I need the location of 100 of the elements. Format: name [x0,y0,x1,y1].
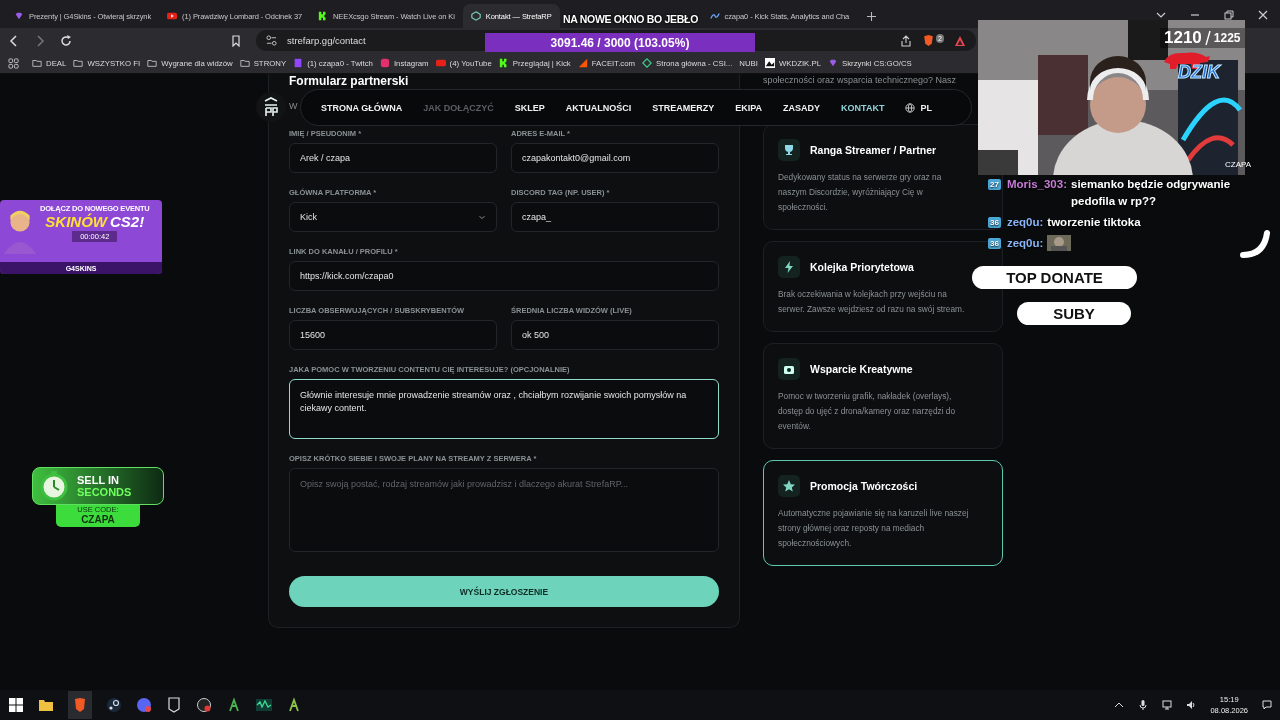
select-field[interactable]: Kick [289,202,497,232]
back-icon[interactable] [8,34,20,47]
square-icon [293,58,304,68]
folder-icon [147,58,158,68]
rounded-square-icon [379,58,390,68]
logo-text: DZIK [1178,62,1220,83]
chevron-down-icon [478,213,486,221]
sub-badge: 27 [988,179,1001,190]
reload-icon[interactable] [60,34,72,47]
overlay-label: SUBY [1017,302,1131,325]
network-icon[interactable] [1162,700,1173,710]
benefit-title: Promocja Twórczości [810,480,918,492]
chat-username: Moris_303: [1006,177,1067,192]
chat-text: siemanko będzie odgrywanie pedofila w rp?? [1071,177,1232,209]
chat-text: tworzenie tiktoka [1047,215,1142,230]
benefit-title: Wsparcie Kreatywne [810,363,913,375]
benefit-title: Kolejka Priorytetowa [810,261,914,273]
input-field[interactable]: https://kick.com/czapa0 [289,261,719,291]
shield-icon[interactable] [922,34,936,47]
chevron-down-icon[interactable] [1156,10,1166,20]
camera-icon [778,358,800,380]
nav-link[interactable]: EKIPA [735,102,763,113]
play-icon [435,58,446,68]
folder-icon [32,58,42,68]
sub-badge: 36 [988,217,1001,228]
submit-button[interactable]: WYŚLIJ ZGŁOSZENIE [289,576,719,607]
nav-link[interactable]: SKLEP [514,102,545,113]
camera-label: CZAPA [1225,160,1252,169]
triangle-icon [577,58,588,68]
waveform-icon[interactable] [256,697,272,713]
close-icon[interactable] [1258,10,1268,20]
k-logo-icon [498,58,509,68]
restore-icon[interactable] [1224,10,1234,20]
banner-headline: CS2! [110,213,145,230]
swoosh-mark [1240,229,1270,259]
sub-badge: 36 [988,238,1001,249]
code-text: CZAPA [81,515,115,525]
chat-username: zeq0u: [1006,215,1044,230]
diamond-icon [642,58,653,68]
nav-link[interactable]: ZASADY [783,102,821,113]
site-settings-icon[interactable] [266,35,277,46]
play-icon [167,11,178,21]
goal-text: 3091.46 / 3000 (103.05%) [550,35,690,50]
counter-total: 1225 [1213,31,1241,45]
promo-text: SELL IN [77,474,120,486]
nav-link[interactable]: STREAMERZY [652,102,715,113]
shield-icon[interactable] [166,697,182,713]
input-field[interactable]: czapakontakt0@gmail.com [511,143,719,173]
benefit-text: Automatyczne pojawianie się na karuzeli live naszej strony głównej oraz reposty na mediach społecznościowych. [778,507,970,550]
overlay-label: TOP DONATE [972,266,1137,289]
chevron-up-icon[interactable] [1114,700,1125,710]
input-field[interactable]: ok 500 [511,320,719,350]
folder-icon [239,58,250,68]
alert-text: NA NOWE OKNO BO JEBŁO [563,13,699,25]
controller-icon[interactable] [136,697,152,713]
speaker-icon[interactable] [1186,700,1197,710]
nav-link[interactable]: AKTUALNOŚCI [565,102,632,113]
steam-icon[interactable] [106,697,122,713]
counter-current: 1210 [1164,28,1202,48]
notification-icon[interactable] [1262,700,1272,710]
gem-icon [14,11,24,21]
chat-username: zeq0u: [1006,236,1044,251]
microphone-icon[interactable] [1138,700,1149,710]
triangle-icon[interactable] [954,34,966,47]
share-icon[interactable] [900,34,913,47]
url-text: strefarp.gg/contact [287,35,366,46]
input-field[interactable]: czapa_ [511,202,719,232]
benefit-text: Brak oczekiwania w kolejkach przy wejściu na serwer. Zawsze wejdziesz od razu na swój stream. [778,288,966,316]
trophy-icon [778,139,800,161]
lightning-icon [778,256,800,278]
emote-icon [1047,235,1072,251]
lambda-icon[interactable] [286,697,302,713]
slash-mark [1204,30,1211,46]
input-field[interactable]: 15600 [289,320,497,350]
benefit-title: Ranga Streamer / Partner [810,144,937,156]
language-button[interactable]: PL [905,102,932,113]
input-field[interactable]: Arek / czapa [289,143,497,173]
record-icon[interactable] [196,697,212,713]
new-tab-icon[interactable] [867,12,877,21]
folder-icon [73,58,84,68]
globe-icon [905,102,916,113]
stopwatch-icon [39,471,69,501]
apps-icon[interactable] [8,57,19,69]
chart-icon [709,11,720,21]
bookmark-icon[interactable] [230,34,242,47]
form-title: Formularz partnerski [289,75,410,88]
lambda-icon[interactable] [226,697,242,713]
text-area[interactable]: Głównie interesuje mnie prowadzenie streamów oraz , chciałbym rozwijanie swoich pomysłów na ciekawy content. [289,379,719,439]
intro-text: społeczności oraz wsparcia technicznego? Nasz [763,75,958,85]
nav-link[interactable]: STRONA GŁÓWNA [321,102,403,113]
nav-link[interactable]: KONTAKT [841,102,885,113]
gem-icon [828,58,838,68]
forward-icon[interactable] [34,34,46,47]
windows-icon[interactable] [8,697,24,713]
benefit-text: Dedykowany status na serwerze gry oraz na naszym Discordzie, wyróżniający Cię w społeczności. [778,171,943,214]
mountain-icon [764,58,775,68]
form-subtitle: W [289,101,298,111]
banner-headline: SKINÓW [45,213,108,230]
benefit-text: Pomoc w tworzeniu grafik, nakładek (overlays), dostęp do ujęć z drona/kamery oraz narzędzi do eventów. [778,390,957,433]
folder-icon[interactable] [38,697,54,713]
